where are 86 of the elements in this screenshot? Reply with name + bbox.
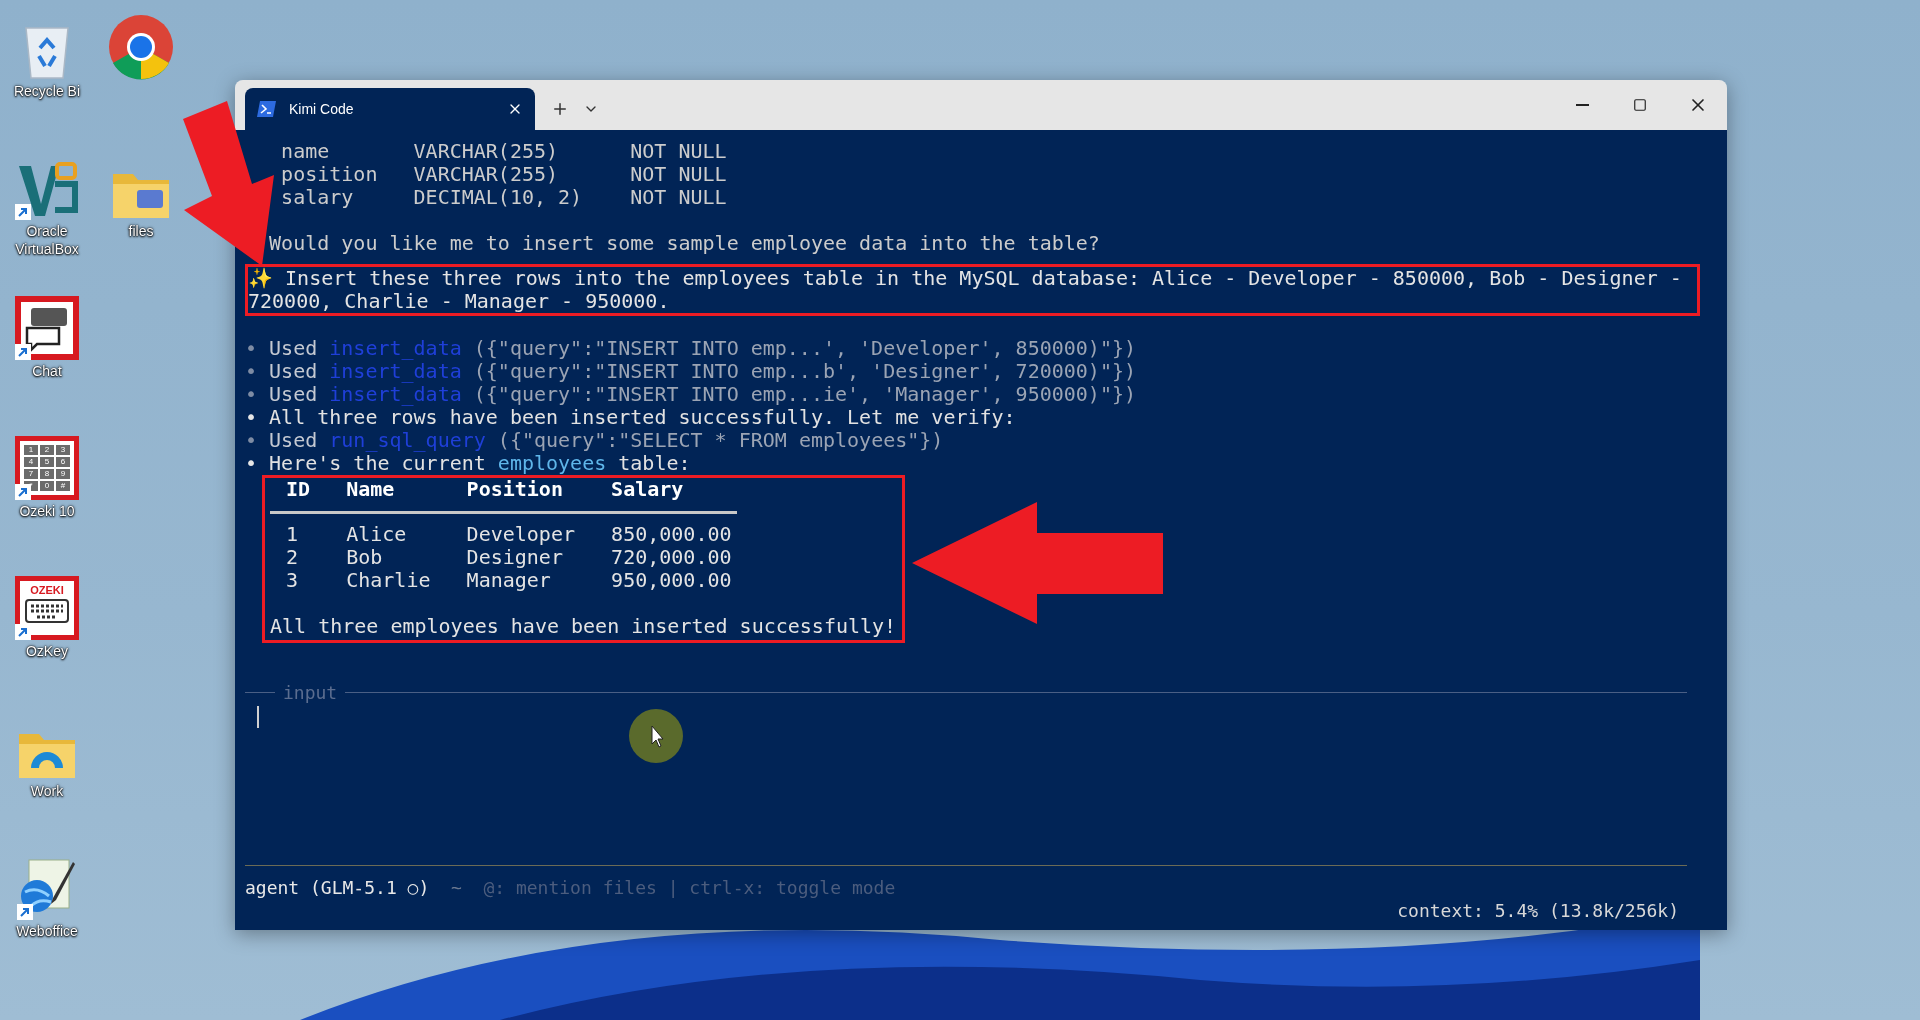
table-cell-text: Developer xyxy=(466,523,576,546)
desktop-shortcut-icon[interactable]: 1 2 3 4 5 6 7 8 9 * 0 # xyxy=(15,430,79,500)
schema-cell: NOT NULL xyxy=(630,163,727,186)
desktop-icon-label: files xyxy=(127,222,155,240)
tool-name: insert_data xyxy=(329,360,462,383)
keypad-key: 2 xyxy=(40,445,54,455)
maximize-icon xyxy=(1633,98,1647,112)
keypad-key: # xyxy=(56,481,70,491)
schema-cell: NOT NULL xyxy=(630,140,727,163)
keypad-key: 0 xyxy=(40,481,54,491)
chat-bubbles-icon xyxy=(15,296,79,360)
keypad-key: 5 xyxy=(40,457,54,467)
logo-text: OZEKI xyxy=(30,584,64,596)
tool-arguments: ({"query":"INSERT INTO emp...ie', 'Manager', 950000)"}) xyxy=(473,383,1137,406)
desktop-shortcut-icon[interactable]: OZEKI xyxy=(15,570,79,640)
minimize-icon xyxy=(1575,104,1589,106)
schema-cell-text: VARCHAR(255) xyxy=(413,140,560,163)
column-header: ID xyxy=(286,478,312,501)
mouse-pointer-highlight xyxy=(628,708,684,764)
bullet: • xyxy=(245,383,258,406)
bullet: • xyxy=(245,406,258,429)
schema-cell-text: position xyxy=(281,163,379,186)
message-text: All three rows have been inserted successfully. Let me verify: xyxy=(269,406,1016,429)
bullet: • xyxy=(245,360,258,383)
column-header: Position xyxy=(466,478,564,501)
table-cell-text: 3 xyxy=(286,569,300,592)
text-cursor xyxy=(257,706,259,728)
desktop-icon-label: Work xyxy=(29,782,65,800)
input-label: input xyxy=(283,681,338,704)
log-label: Used xyxy=(269,383,318,406)
tab-title: Kimi Code xyxy=(289,99,355,119)
message-text: Here's the current employees table: xyxy=(269,452,691,475)
bullet: • xyxy=(245,429,258,452)
bullet: • xyxy=(245,337,258,360)
column-header: Salary xyxy=(611,478,685,501)
schema-cell: NOT NULL xyxy=(630,186,727,209)
tool-name: insert_data xyxy=(329,383,462,406)
keypad-key: 8 xyxy=(40,469,54,479)
desktop-icon-label: Weboffice xyxy=(15,922,79,940)
table-cell-text: 720,000.00 xyxy=(611,546,733,569)
tool-arguments: ({"query":"SELECT * FROM employees"}) xyxy=(497,429,944,452)
path-indicator: ~ xyxy=(450,876,462,899)
desktop-icon-label: Ozeki 10 xyxy=(18,502,76,520)
log-label: Used xyxy=(269,429,318,452)
keypad-key: 6 xyxy=(56,457,70,467)
desktop-icon-label: OzKey xyxy=(25,642,69,660)
keyboard-icon xyxy=(25,599,69,623)
tool-arguments: ({"query":"INSERT INTO emp...b', 'Designer', 720000)"}) xyxy=(473,360,1137,383)
keypad-key: 3 xyxy=(56,445,70,455)
desktop-icon-label: Recycle Bi xyxy=(12,82,82,100)
table-cell-text: Charlie xyxy=(346,569,432,592)
table-cell-text: 1 xyxy=(286,523,300,546)
schema-cell-text: VARCHAR(255) xyxy=(413,163,560,186)
desktop-icon-label: Chat xyxy=(31,362,63,380)
bullet: • xyxy=(245,452,258,475)
keypad-key: 4 xyxy=(24,457,38,467)
keypad-key: 9 xyxy=(56,469,70,479)
column-header: Name xyxy=(346,478,396,501)
table-cell-text: Bob xyxy=(346,546,384,569)
schema-cell-text: name xyxy=(281,140,331,163)
schema-cell-text: DECIMAL(10, 2) xyxy=(413,186,584,209)
mode-indicator: agent (GLM-5.1 ○) xyxy=(245,876,430,899)
desktop-icon-label: Oracle VirtualBox xyxy=(14,222,80,258)
log-label: Used xyxy=(269,360,318,383)
keypad-key: 7 xyxy=(24,469,38,479)
user-prompt: ✨ Insert these three rows into the employees table in the MySQL database: Alice - Developer - 850000, Bob - Designer - 720000, Charlie - Manager - 950000. xyxy=(248,267,1683,313)
context-usage: context: 5.4% (13.8k/256k) xyxy=(1397,899,1679,922)
powershell-icon xyxy=(257,100,277,118)
result-message: All three employees have been inserted successfully! xyxy=(270,615,898,638)
assistant-question: Would you like me to insert some sample employee data into the table? xyxy=(268,232,1101,255)
table-cell-text: Alice xyxy=(346,523,408,546)
terminal-tab[interactable]: Kimi Code xyxy=(245,88,535,130)
table-cell-text: Manager xyxy=(466,569,552,592)
keyboard-hints: @: mention files | ctrl-x: toggle mode xyxy=(483,876,896,899)
keypad-key: 1 xyxy=(24,445,38,455)
table-cell-text: 2 xyxy=(286,546,300,569)
tool-name: run_sql_query xyxy=(329,429,486,452)
table-cell-text: Designer xyxy=(466,546,564,569)
new-tab-icon[interactable] xyxy=(551,100,569,118)
browser-icon xyxy=(108,14,174,80)
table-cell-text: 850,000.00 xyxy=(611,523,733,546)
tool-name: insert_data xyxy=(329,337,462,360)
schema-cell-text: salary xyxy=(281,186,355,209)
tool-arguments: ({"query":"INSERT INTO emp...', 'Developer', 850000)"}) xyxy=(473,337,1137,360)
table-cell-text: 950,000.00 xyxy=(611,569,733,592)
log-label: Used xyxy=(269,337,318,360)
